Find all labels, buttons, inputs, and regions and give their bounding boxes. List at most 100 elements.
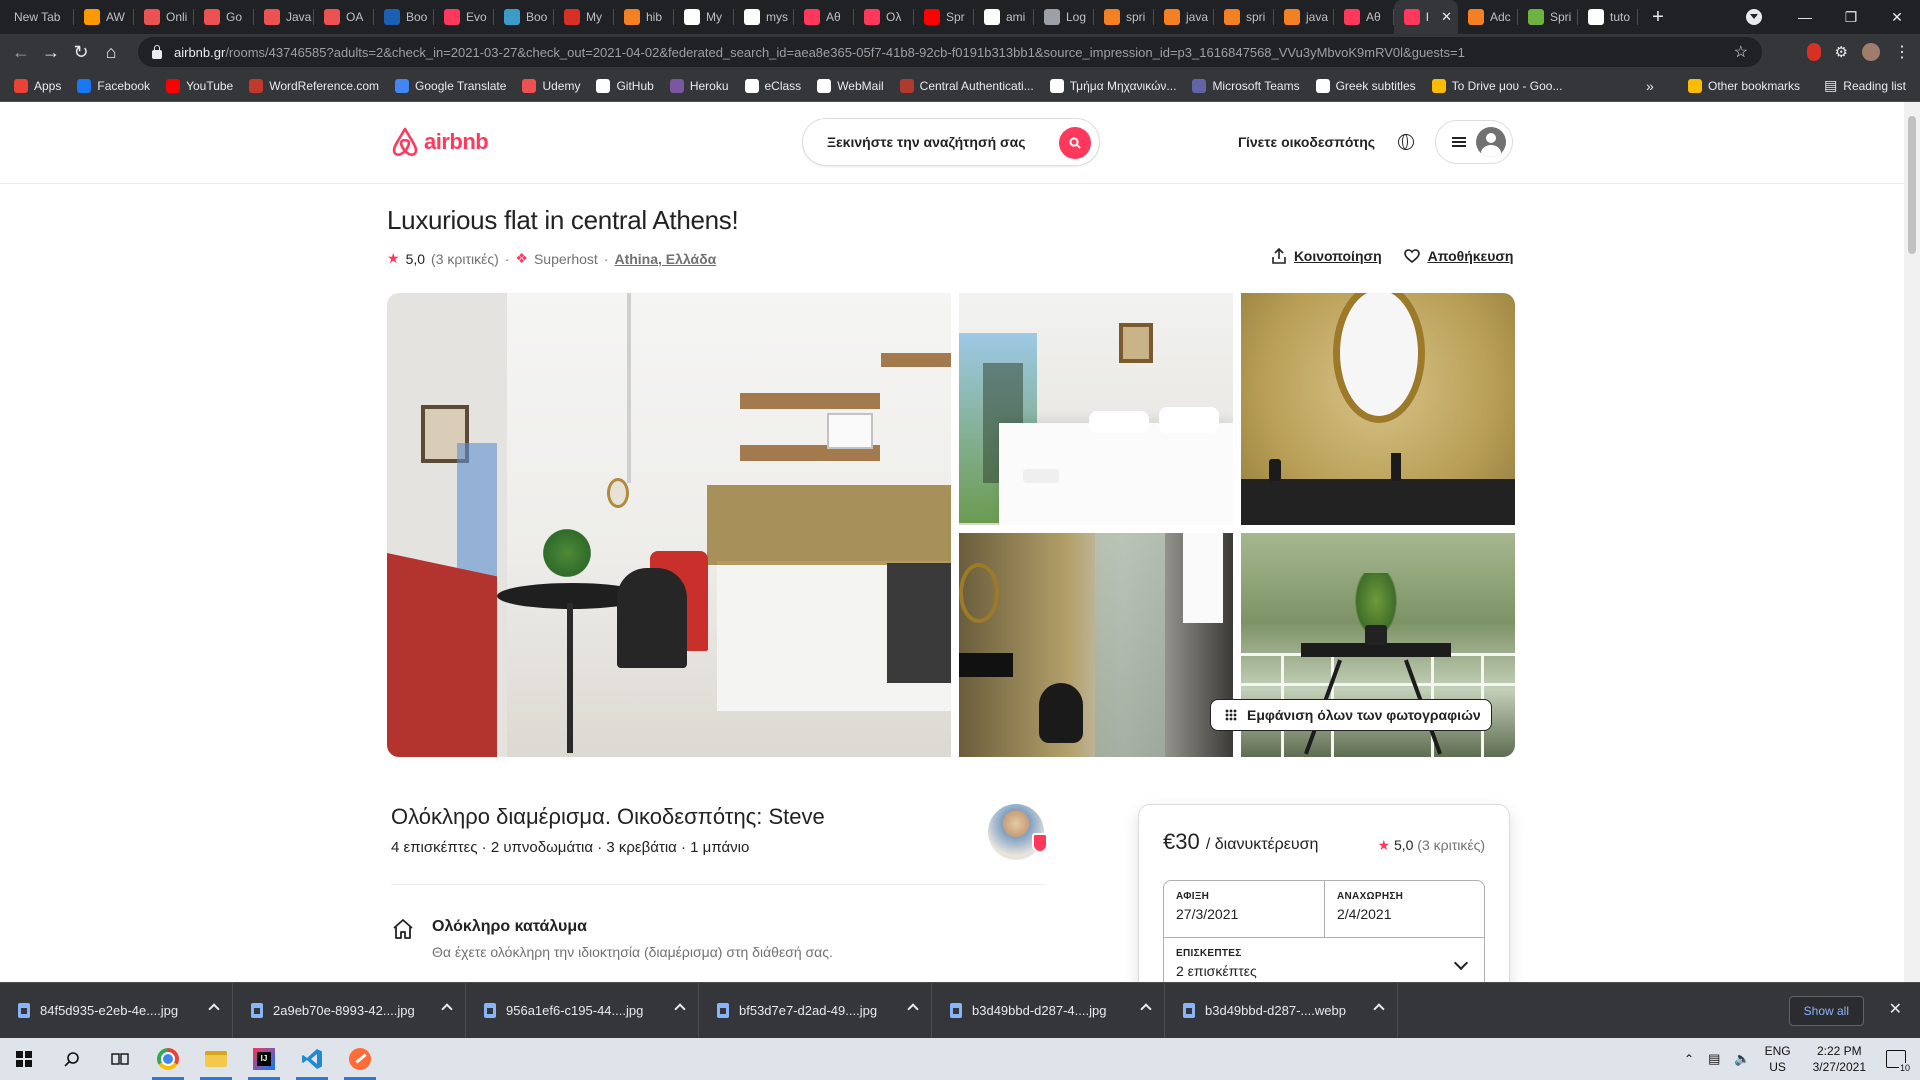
browser-tab[interactable]: Αθ bbox=[794, 0, 854, 34]
photo-bathroom-mirror[interactable] bbox=[1241, 293, 1515, 525]
location-link[interactable]: Athina, Ελλάδα bbox=[614, 251, 716, 267]
browser-tab[interactable]: ami bbox=[974, 0, 1034, 34]
bookmark-item[interactable]: WebMail bbox=[817, 78, 884, 93]
browser-tab[interactable]: My bbox=[554, 0, 614, 34]
browser-tab[interactable]: java bbox=[1274, 0, 1334, 34]
language-globe-icon[interactable] bbox=[1398, 134, 1414, 150]
bookmark-item[interactable]: Facebook bbox=[77, 78, 150, 93]
task-view-icon[interactable] bbox=[96, 1038, 144, 1080]
reviews-count[interactable]: (3 κριτικές) bbox=[431, 251, 499, 267]
download-item[interactable]: bf53d7e7-d2ad-49....jpg bbox=[699, 982, 932, 1039]
file-explorer-icon[interactable] bbox=[192, 1038, 240, 1080]
forward-icon[interactable]: → bbox=[36, 37, 66, 67]
browser-tab[interactable]: Ολ bbox=[854, 0, 914, 34]
bookmark-item[interactable]: Τμήμα Μηχανικών... bbox=[1049, 78, 1176, 93]
downloads-show-all-button[interactable]: Show all bbox=[1788, 996, 1864, 1026]
windows-start-icon[interactable] bbox=[0, 1038, 48, 1080]
page-scrollbar[interactable] bbox=[1904, 102, 1920, 982]
bookmark-item[interactable]: eClass bbox=[744, 78, 801, 93]
bookmark-item[interactable]: Greek subtitles bbox=[1315, 78, 1416, 93]
browser-tab[interactable]: AW bbox=[74, 0, 134, 34]
chevron-up-icon[interactable] bbox=[1140, 1002, 1152, 1015]
show-all-photos-button[interactable]: Εμφάνιση όλων των φωτογραφιών bbox=[1210, 699, 1492, 731]
browser-tab[interactable]: tuto bbox=[1578, 0, 1638, 34]
bookmark-item[interactable]: Microsoft Teams bbox=[1192, 78, 1300, 93]
close-window-button[interactable]: ✕ bbox=[1874, 9, 1920, 26]
browser-tab[interactable]: java bbox=[1154, 0, 1214, 34]
bookmark-item[interactable]: Google Translate bbox=[395, 78, 506, 93]
input-language[interactable]: ENG US bbox=[1765, 1043, 1791, 1075]
bookmark-item[interactable]: WordReference.com bbox=[249, 78, 379, 93]
booking-reviews[interactable]: (3 κριτικές) bbox=[1417, 837, 1485, 853]
volume-icon[interactable]: 🔈 bbox=[1734, 1051, 1750, 1067]
airbnb-logo[interactable]: airbnb bbox=[390, 126, 489, 158]
browser-tab[interactable]: hib bbox=[614, 0, 674, 34]
bookmark-item[interactable]: To Drive μου - Goo... bbox=[1431, 78, 1562, 93]
share-button[interactable]: Κοινοποίηση bbox=[1272, 248, 1382, 264]
network-icon[interactable]: ▤ bbox=[1708, 1051, 1720, 1067]
bookmark-item[interactable]: Heroku bbox=[669, 78, 729, 93]
browser-tab[interactable]: My bbox=[674, 0, 734, 34]
user-menu-button[interactable] bbox=[1435, 120, 1513, 164]
extensions-puzzle-icon[interactable]: ⚙ bbox=[1835, 43, 1848, 61]
download-item[interactable]: b3d49bbd-d287-4....jpg bbox=[932, 982, 1165, 1039]
bookmark-item[interactable]: Central Authenticati... bbox=[899, 78, 1034, 93]
browser-tab[interactable]: Go bbox=[194, 0, 254, 34]
extension-red-icon[interactable] bbox=[1806, 43, 1821, 61]
lock-icon[interactable] bbox=[152, 44, 162, 59]
save-button[interactable]: Αποθήκευση bbox=[1403, 248, 1513, 264]
browser-tab[interactable]: OA bbox=[314, 0, 374, 34]
taskbar-search-icon[interactable] bbox=[48, 1038, 96, 1080]
bookmarks-overflow-button[interactable]: » bbox=[1646, 78, 1654, 94]
chevron-up-icon[interactable] bbox=[907, 1002, 919, 1015]
new-tab-button[interactable]: + bbox=[1638, 6, 1678, 29]
download-item[interactable]: 84f5d935-e2eb-4e....jpg bbox=[0, 982, 233, 1039]
browser-tab[interactable]: Evo bbox=[434, 0, 494, 34]
tab-close-icon[interactable]: ✕ bbox=[1441, 9, 1452, 25]
restore-button[interactable]: ❐ bbox=[1828, 9, 1874, 26]
search-bar[interactable]: Ξεκινήστε την αναζήτησή σας bbox=[802, 118, 1100, 166]
become-host-link[interactable]: Γίνετε οικοδεσπότης bbox=[1238, 134, 1375, 150]
browser-tab[interactable]: Spri bbox=[1518, 0, 1578, 34]
photo-shower[interactable] bbox=[959, 533, 1233, 757]
postman-icon[interactable] bbox=[336, 1038, 384, 1080]
chrome-taskbar-icon[interactable] bbox=[144, 1038, 192, 1080]
bookmark-item[interactable]: YouTube bbox=[166, 78, 233, 93]
browser-tab[interactable]: Boo bbox=[374, 0, 434, 34]
intellij-icon[interactable]: IJ bbox=[240, 1038, 288, 1080]
chevron-up-icon[interactable] bbox=[674, 1002, 686, 1015]
photo-bedroom[interactable] bbox=[959, 293, 1233, 525]
tab-search-icon[interactable] bbox=[1746, 9, 1762, 25]
scrollbar-thumb[interactable] bbox=[1908, 116, 1916, 254]
download-item[interactable]: 2a9eb70e-8993-42....jpg bbox=[233, 982, 466, 1039]
minimize-button[interactable]: — bbox=[1782, 9, 1828, 25]
profile-avatar[interactable] bbox=[1862, 43, 1880, 61]
photo-kitchen[interactable] bbox=[387, 293, 951, 757]
notifications-icon[interactable]: 10 bbox=[1886, 1050, 1911, 1073]
browser-tab[interactable]: Java bbox=[254, 0, 314, 34]
browser-tab[interactable]: Αθ bbox=[1334, 0, 1394, 34]
clock[interactable]: 2:22 PM 3/27/2021 bbox=[1813, 1043, 1866, 1075]
browser-tab[interactable]: Boo bbox=[494, 0, 554, 34]
browser-tab[interactable]: Adc bbox=[1458, 0, 1518, 34]
reload-icon[interactable]: ↻ bbox=[66, 37, 96, 67]
bookmark-item[interactable]: GitHub bbox=[596, 78, 654, 93]
bookmark-star-icon[interactable]: ☆ bbox=[1734, 42, 1748, 62]
browser-tab[interactable]: New Tab bbox=[0, 0, 74, 34]
other-bookmarks[interactable]: Other bookmarks bbox=[1688, 78, 1800, 93]
browser-tab[interactable]: Spr bbox=[914, 0, 974, 34]
chevron-up-icon[interactable] bbox=[441, 1002, 453, 1015]
home-icon[interactable]: ⌂ bbox=[96, 37, 126, 67]
reading-list[interactable]: ▤ Reading list bbox=[1824, 77, 1906, 94]
tray-expand-icon[interactable]: ⌃ bbox=[1684, 1052, 1694, 1066]
browser-tab[interactable]: mys bbox=[734, 0, 794, 34]
checkout-field[interactable]: ΑΝΑΧΩΡΗΣΗ 2/4/2021 bbox=[1325, 881, 1485, 937]
bookmark-item[interactable]: Udemy bbox=[522, 78, 580, 93]
back-icon[interactable]: ← bbox=[6, 37, 36, 67]
checkin-field[interactable]: ΑΦΙΞΗ 27/3/2021 bbox=[1164, 881, 1325, 937]
vscode-icon[interactable] bbox=[288, 1038, 336, 1080]
search-button[interactable] bbox=[1059, 127, 1091, 159]
browser-tab[interactable]: spri bbox=[1094, 0, 1154, 34]
browser-tab[interactable]: l ✕ bbox=[1394, 0, 1458, 34]
chrome-menu-icon[interactable]: ⋮ bbox=[1894, 42, 1910, 62]
